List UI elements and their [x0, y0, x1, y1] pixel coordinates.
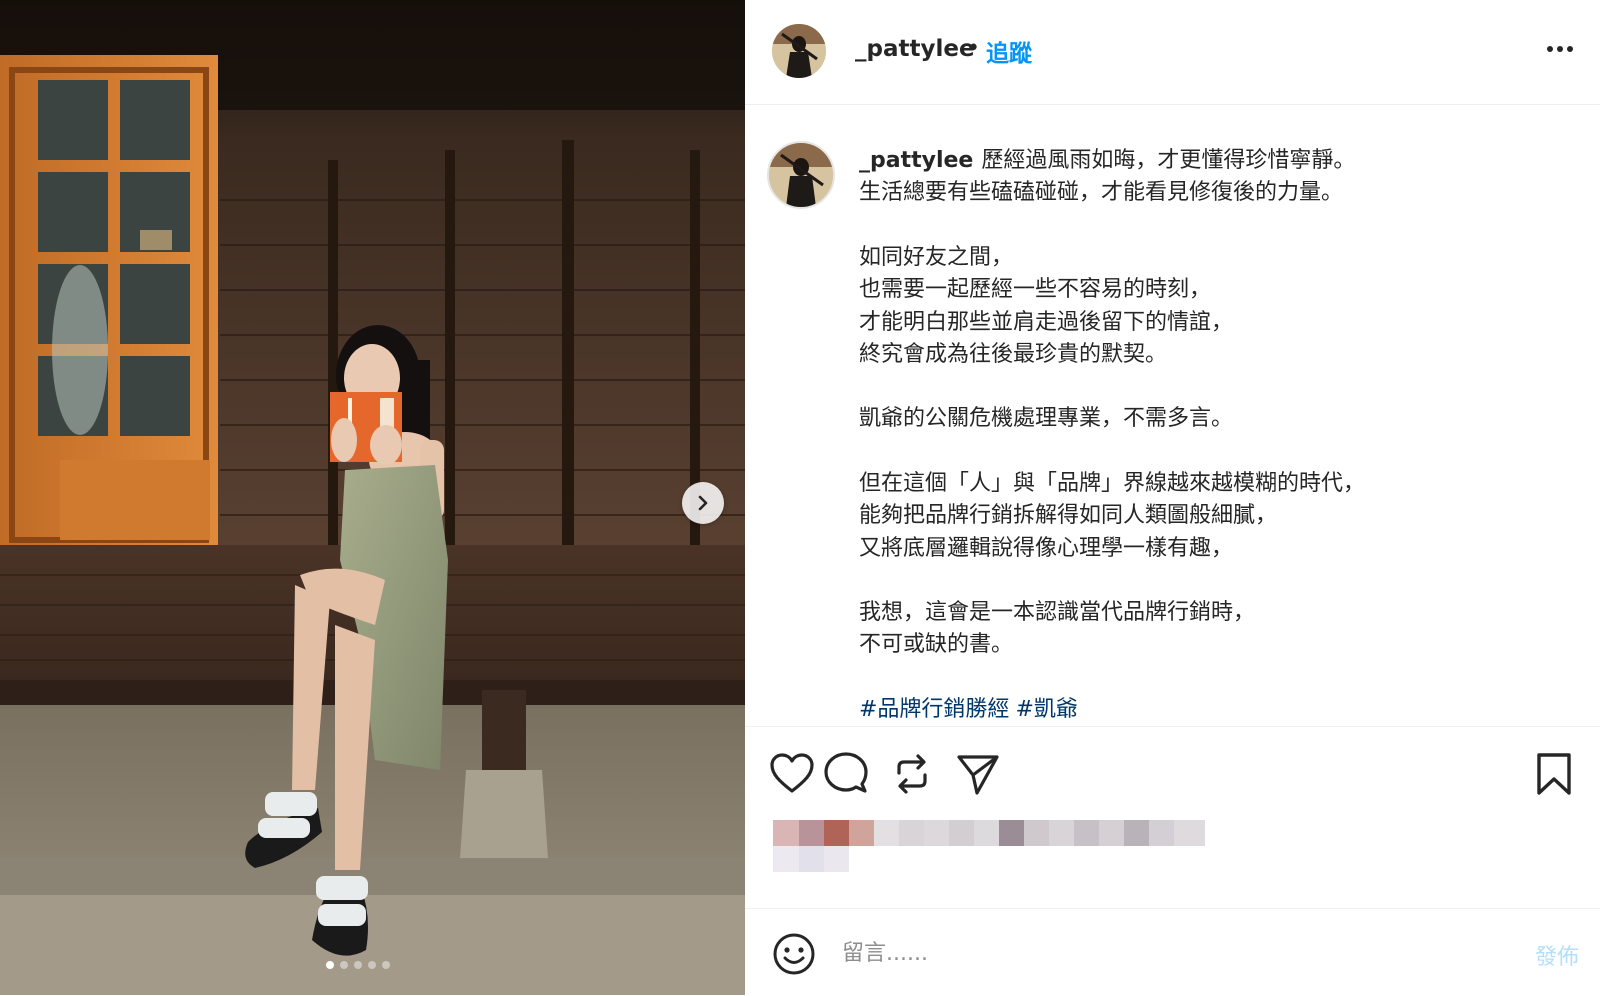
caption-line: 我想，這會是一本認識當代品牌行銷時， [859, 600, 1256, 626]
comment-bar: 發佈 [745, 908, 1600, 996]
carousel-dot [368, 961, 376, 969]
bookmark-icon[interactable] [1531, 751, 1577, 797]
caption-paragraph: 如同好友之間， 也需要一起歷經一些不容易的時刻， 才能明白那些並肩走過後留下的情… [859, 242, 1579, 372]
avatar-image [769, 143, 833, 207]
caption-line-text: 歷經過風雨如晦，才更懂得珍惜寧靜。 [981, 148, 1356, 173]
caption-line: 能夠把品牌行銷拆解得如同人類圖般細膩， [859, 503, 1278, 529]
dot-separator: • [967, 36, 980, 61]
comment-input[interactable] [840, 935, 1484, 971]
carousel-dot [382, 961, 390, 969]
carousel-dot [340, 961, 348, 969]
caption-line: 終究會成為往後最珍貴的默契。 [859, 342, 1168, 368]
caption-line: 生活總要有些磕磕碰碰，才能看見修復後的力量。 [859, 180, 1344, 206]
caption-paragraph: 我想，這會是一本認識當代品牌行銷時， 不可或缺的書。 [859, 597, 1579, 662]
caption-line: _pattylee 歷經過風雨如晦，才更懂得珍惜寧靜。 [859, 145, 1579, 177]
carousel-dot [354, 961, 362, 969]
hashtag-link[interactable]: #凱爺 [1015, 697, 1077, 722]
caption-line: 但在這個「人」與「品牌」界線越來越模糊的時代， [859, 470, 1366, 496]
avatar[interactable] [772, 24, 826, 78]
caption-line: 如同好友之間， [859, 244, 1014, 270]
post-panel: _pattylee • 追蹤 _pattylee 歷經過風雨如晦，才更懂得珍惜寧靜… [745, 0, 1600, 995]
next-slide-button[interactable] [682, 482, 724, 524]
caption-paragraph: 但在這個「人」與「品牌」界線越來越模糊的時代， 能夠把品牌行銷拆解得如同人類圖般… [859, 468, 1579, 565]
carousel-dot [326, 961, 334, 969]
carousel-indicator [326, 961, 390, 969]
follow-button[interactable]: 追蹤 [986, 34, 1032, 68]
post-author-username[interactable]: _pattylee [855, 36, 975, 62]
post-image[interactable] [0, 0, 745, 995]
avatar-image [772, 24, 826, 78]
action-bar [745, 726, 1600, 797]
caption-line: 凱爺的公關危機處理專業，不需多言。 [859, 406, 1234, 432]
chevron-right-icon [698, 495, 708, 511]
caption-line: 也需要一起歷經一些不容易的時刻， [859, 277, 1212, 303]
share-icon[interactable] [955, 751, 1001, 797]
caption-username[interactable]: _pattylee [859, 148, 973, 173]
caption-line: 不可或缺的書。 [859, 632, 1014, 658]
emoji-icon[interactable] [771, 931, 817, 977]
heart-icon[interactable] [769, 751, 815, 797]
hashtag-link[interactable]: #品牌行銷勝經 [859, 697, 1009, 722]
photo-scene [0, 0, 745, 995]
caption-paragraph: 凱爺的公關危機處理專業，不需多言。 [859, 403, 1579, 435]
more-horizontal-icon[interactable] [1543, 34, 1577, 64]
comment-icon[interactable] [823, 751, 869, 797]
caption-line: 又將底層邏輯說得像心理學一樣有趣， [859, 535, 1234, 561]
caption-section: _pattylee 歷經過風雨如晦，才更懂得珍惜寧靜。 生活總要有些磕磕碰碰，才能… [745, 105, 1600, 725]
caption-text: _pattylee 歷經過風雨如晦，才更懂得珍惜寧靜。 生活總要有些磕磕碰碰，才能… [859, 145, 1579, 725]
post-comment-button[interactable]: 發佈 [1535, 939, 1579, 971]
post-header: _pattylee • 追蹤 [745, 0, 1600, 105]
likes-summary-redacted [773, 820, 1205, 882]
repost-icon[interactable] [889, 751, 935, 797]
caption-line: 才能明白那些並肩走過後留下的情誼， [859, 309, 1234, 335]
hashtag-list: #品牌行銷勝經 #凱爺 [859, 694, 1579, 725]
caption-avatar[interactable] [767, 141, 835, 209]
caption-paragraph: _pattylee 歷經過風雨如晦，才更懂得珍惜寧靜。 生活總要有些磕磕碰碰，才能… [859, 145, 1579, 210]
